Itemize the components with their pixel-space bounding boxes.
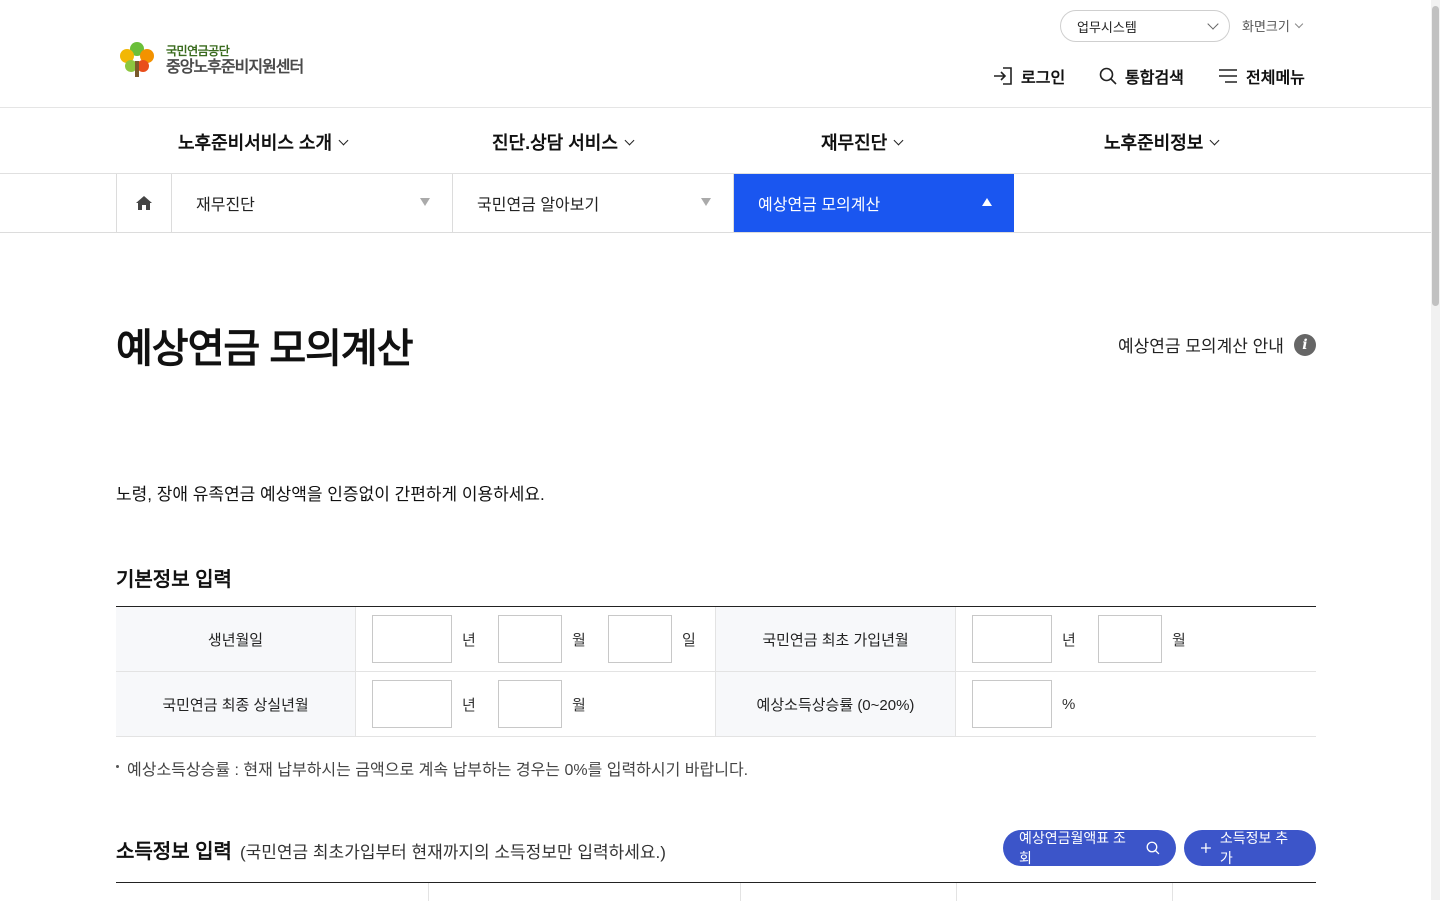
- gnb-item-retirement-info[interactable]: 노후준비정보: [1104, 129, 1220, 155]
- caret-up-icon: [982, 198, 992, 206]
- add-income-button[interactable]: 소득정보 추가: [1184, 830, 1316, 866]
- income-rate-label: 예상소득상승률 (0~20%): [716, 672, 956, 736]
- last-loss-fields: 년 월: [356, 672, 716, 736]
- unit-month: 월: [1172, 631, 1186, 649]
- caret-down-icon: [701, 198, 711, 206]
- income-info-header: 소득정보 입력 (국민연금 최초가입부터 현재까지의 소득정보만 입력하세요.): [116, 835, 666, 864]
- screen-size-label: 화면크기: [1242, 19, 1290, 34]
- info-icon: i: [1293, 333, 1316, 356]
- gnb-label: 진단.상담 서비스: [492, 133, 618, 153]
- first-join-month-input[interactable]: [1098, 615, 1162, 663]
- page-title: 예상연금 모의계산: [116, 327, 414, 371]
- plus-icon: [1200, 843, 1211, 853]
- home-icon: [136, 196, 152, 210]
- site-header: 국민연금공단 중앙노후준비지원센터 업무시스템 화면크기 로그인 통합검색 전체…: [0, 0, 1440, 108]
- unit-month: 월: [572, 696, 586, 714]
- login-label: 로그인: [1021, 70, 1066, 87]
- search-icon: [1146, 841, 1160, 855]
- income-rate-input[interactable]: [972, 680, 1052, 728]
- search-icon: [1099, 67, 1117, 85]
- first-join-fields: 년 월: [956, 607, 1316, 671]
- site-logo[interactable]: 국민연금공단 중앙노후준비지원센터: [116, 39, 304, 81]
- income-info-subtitle: (국민연금 최초가입부터 현재까지의 소득정보만 입력하세요.): [239, 843, 666, 862]
- birth-fields: 년 월 일: [356, 607, 716, 671]
- hamburger-icon: [1219, 69, 1237, 83]
- basic-info-form: 생년월일 년 월 일 국민연금 최초 가입년월 년 월 국민연금 최종 상실년월…: [116, 606, 1316, 737]
- unit-day: 일: [682, 631, 696, 649]
- scrollbar-thumb[interactable]: [1432, 6, 1439, 306]
- work-system-select[interactable]: 업무시스템: [1060, 10, 1230, 42]
- chevron-down-icon: [338, 135, 349, 145]
- basic-info-title: 기본정보 입력: [116, 569, 232, 591]
- caret-down-icon: [420, 198, 430, 206]
- table-column: [741, 883, 957, 901]
- unit-month: 월: [572, 631, 586, 649]
- main-navigation: 노후준비서비스 소개 진단.상담 서비스 재무진단 노후준비정보: [0, 108, 1440, 174]
- gnb-label: 재무진단: [821, 133, 888, 153]
- first-join-year-input[interactable]: [972, 615, 1052, 663]
- search-link[interactable]: 통합검색: [1099, 64, 1184, 88]
- work-system-label: 업무시스템: [1077, 19, 1137, 35]
- logo-bottom-text: 중앙노후준비지원센터: [166, 58, 304, 76]
- income-table: [116, 882, 1316, 901]
- page-scrollbar[interactable]: [1431, 0, 1440, 900]
- all-menu-label: 전체메뉴: [1246, 70, 1305, 87]
- unit-year: 년: [1062, 631, 1076, 649]
- birth-month-input[interactable]: [498, 615, 562, 663]
- birth-label: 생년월일: [116, 607, 356, 671]
- table-column: [116, 883, 429, 901]
- table-column: [957, 883, 1173, 901]
- last-loss-year-input[interactable]: [372, 680, 452, 728]
- login-icon: [994, 67, 1012, 85]
- intro-text: 노령, 장애 유족연금 예상액을 인증없이 간편하게 이용하세요.: [116, 485, 545, 504]
- add-button-label: 소득정보 추가: [1219, 830, 1289, 866]
- note-text: 예상소득상승률 : 현재 납부하시는 금액으로 계속 납부하는 경우는 0%를 …: [127, 762, 749, 779]
- search-label: 통합검색: [1125, 70, 1184, 87]
- last-loss-month-input[interactable]: [498, 680, 562, 728]
- breadcrumb-depth2-label: 국민연금 알아보기: [477, 197, 600, 214]
- logo-tree-icon: [120, 42, 154, 77]
- unit-year: 년: [462, 696, 476, 714]
- chevron-down-icon: [624, 135, 635, 145]
- unit-year: 년: [462, 631, 476, 649]
- chevron-down-icon: [893, 135, 904, 145]
- pension-table-lookup-button[interactable]: 예상연금월액표 조회: [1003, 830, 1176, 866]
- gnb-item-diagnosis[interactable]: 진단.상담 서비스: [492, 129, 635, 155]
- breadcrumb: 재무진단 국민연금 알아보기 예상연금 모의계산: [0, 174, 1440, 233]
- all-menu-button[interactable]: 전체메뉴: [1218, 64, 1305, 88]
- birth-year-input[interactable]: [372, 615, 452, 663]
- breadcrumb-depth3-label: 예상연금 모의계산: [758, 197, 881, 214]
- gnb-label: 노후준비서비스 소개: [178, 133, 333, 153]
- form-row: 국민연금 최종 상실년월 년 월 예상소득상승률 (0~20%) %: [116, 672, 1316, 737]
- chevron-down-icon: [1209, 135, 1220, 145]
- breadcrumb-depth3[interactable]: 예상연금 모의계산: [734, 174, 1014, 232]
- first-join-label: 국민연금 최초 가입년월: [716, 607, 956, 671]
- form-row: 생년월일 년 월 일 국민연금 최초 가입년월 년 월: [116, 607, 1316, 672]
- income-info-title: 소득정보 입력: [116, 841, 232, 863]
- gnb-item-service-intro[interactable]: 노후준비서비스 소개: [178, 129, 349, 155]
- breadcrumb-depth1[interactable]: 재무진단: [172, 174, 453, 232]
- login-link[interactable]: 로그인: [993, 64, 1065, 88]
- guide-label: 예상연금 모의계산 안내: [1118, 337, 1284, 356]
- breadcrumb-depth2[interactable]: 국민연금 알아보기: [453, 174, 734, 232]
- screen-size-button[interactable]: 화면크기: [1242, 16, 1304, 35]
- gnb-item-finance[interactable]: 재무진단: [821, 129, 904, 155]
- lookup-button-label: 예상연금월액표 조회: [1019, 830, 1126, 866]
- home-button[interactable]: [116, 174, 172, 232]
- last-loss-label: 국민연금 최종 상실년월: [116, 672, 356, 736]
- income-rate-fields: %: [956, 672, 1316, 736]
- logo-top-text: 국민연금공단: [166, 43, 230, 58]
- breadcrumb-depth1-label: 재무진단: [196, 197, 255, 214]
- birth-day-input[interactable]: [608, 615, 672, 663]
- table-column: [429, 883, 741, 901]
- guide-link[interactable]: 예상연금 모의계산 안내 i: [1118, 332, 1316, 357]
- chevron-down-icon: [1207, 18, 1219, 30]
- bullet-icon: [116, 765, 119, 769]
- income-rate-note: 예상소득상승률 : 현재 납부하시는 금액으로 계속 납부하는 경우는 0%를 …: [116, 756, 748, 780]
- unit-percent: %: [1062, 695, 1076, 713]
- chevron-down-icon: [1294, 19, 1304, 29]
- gnb-label: 노후준비정보: [1104, 133, 1204, 153]
- table-column: [1173, 883, 1316, 901]
